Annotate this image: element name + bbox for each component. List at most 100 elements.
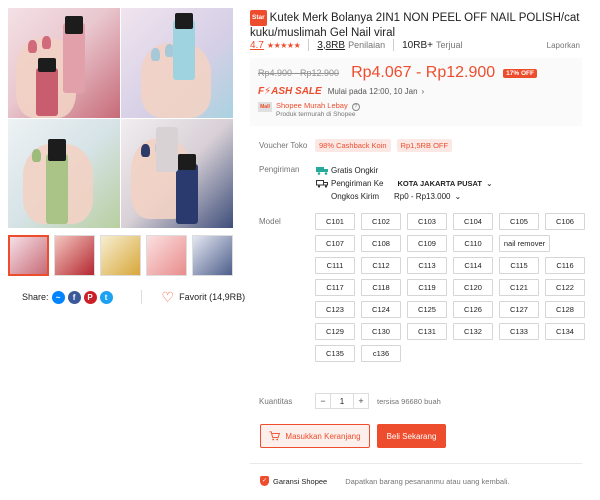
ship-cost-value[interactable]: Rp0 - Rp13.000 [394,192,450,201]
add-to-cart-label: Masukkan Keranjang [285,431,361,441]
buy-now-button[interactable]: Beli Sekarang [377,424,446,448]
model-option[interactable]: C108 [361,235,401,252]
polish-bottle [46,153,68,224]
voucher-label: Voucher Toko [259,141,308,150]
rating-count-label: Penilaian [348,40,386,50]
image-quadrant-4 [121,118,233,228]
thumbnail-3[interactable] [100,235,141,276]
rating-row: 4.7 ★★★★★ 3,8RB Penilaian 10RB+ Terjual … [250,39,580,51]
model-option[interactable]: C110 [453,235,493,252]
rating-count[interactable]: 3,8RB [317,40,345,51]
favorite-button[interactable]: ♡ Favorit (14,9RB) [162,290,246,304]
thumbnail-strip [8,235,233,276]
model-option[interactable]: C112 [361,257,401,274]
thumbnail-5[interactable] [192,235,233,276]
model-option[interactable]: C123 [315,301,355,318]
shipping-label: Pengiriman [259,165,300,174]
thumbnail-1[interactable] [8,235,49,276]
model-option[interactable]: C119 [407,279,447,296]
model-option[interactable]: C135 [315,345,355,362]
bottle-cap [65,16,83,34]
rating-value[interactable]: 4.7 [250,40,264,51]
sold-count: 10RB+ [402,39,433,51]
model-option[interactable]: C118 [361,279,401,296]
messenger-icon[interactable]: ~ [51,290,65,304]
model-option[interactable]: C101 [315,213,355,230]
quantity-input[interactable]: 1 [330,394,354,408]
model-option[interactable]: C129 [315,323,355,340]
model-option[interactable]: C122 [545,279,585,296]
model-option[interactable]: C127 [499,301,539,318]
mall-name[interactable]: Shopee Murah Lebay [276,101,348,110]
model-option[interactable]: C132 [453,323,493,340]
guarantee-row: ✓ Garansi Shopee Dapatkan barang pesanan… [260,476,510,486]
model-option[interactable]: C106 [545,213,585,230]
flash-sale-time: Mulai pada 12:00, 10 Jan [327,87,418,96]
help-icon[interactable]: ? [351,103,360,111]
cart-icon [269,431,281,441]
model-option[interactable]: C126 [453,301,493,318]
model-option[interactable]: C124 [361,301,401,318]
flash-sale-logo: F⚡ASH SALE [258,86,322,97]
report-link[interactable]: Laporkan [547,41,580,50]
nail-graphic [42,36,51,49]
ship-to-value[interactable]: KOTA JAKARTA PUSAT [397,179,481,188]
guarantee-desc: Dapatkan barang pesananmu atau uang kemb… [345,476,510,486]
mall-logo-icon: Mall [258,102,272,112]
quantity-stepper: − 1 + [315,393,369,409]
twitter-icon[interactable]: t [99,290,113,304]
chevron-down-icon[interactable]: ⌄ [455,192,462,201]
model-option[interactable]: C102 [361,213,401,230]
model-option[interactable]: C134 [545,323,585,340]
add-to-cart-button[interactable]: Masukkan Keranjang [260,424,370,448]
model-option[interactable]: C128 [545,301,585,318]
model-option[interactable]: C109 [407,235,447,252]
model-option[interactable]: C116 [545,257,585,274]
voucher-cashback[interactable]: 98% Cashback Koin [315,139,391,152]
model-option[interactable]: C121 [499,279,539,296]
model-options: C101 C102 C103 C104 C105 C106 C107 C108 C109 C110… [315,213,585,362]
model-option[interactable]: C133 [499,323,539,340]
price-section: Rp4.900 - Rp12.900 Rp4.067 - Rp12.900 17… [250,58,582,126]
thumbnail-4[interactable] [146,235,187,276]
polish-bottle [176,163,198,224]
voucher-discount[interactable]: Rp1,5RB OFF [396,139,453,152]
model-option[interactable]: C131 [407,323,447,340]
model-option[interactable]: C115 [499,257,539,274]
polish-bottle [173,20,195,80]
flash-sale-row[interactable]: F⚡ASH SALE Mulai pada 12:00, 10 Jan › [258,86,424,97]
model-label: Model [259,217,281,226]
facebook-icon[interactable]: f [67,290,81,304]
buy-now-label: Beli Sekarang [386,431,437,441]
shield-icon: ✓ [260,476,269,486]
model-option[interactable]: c136 [361,345,401,362]
chevron-down-icon[interactable]: ⌄ [486,179,493,188]
model-option[interactable]: C120 [453,279,493,296]
ship-to-label: Pengiriman Ke [331,179,384,188]
model-option[interactable]: C104 [453,213,493,230]
star-rating-icon: ★★★★★ [266,40,301,50]
guarantee-title[interactable]: Garansi Shopee [273,477,327,486]
original-price: Rp4.900 - Rp12.900 [258,68,340,78]
model-option[interactable]: C117 [315,279,355,296]
model-option[interactable]: C103 [407,213,447,230]
model-option[interactable]: C111 [315,257,355,274]
model-option[interactable]: C130 [361,323,401,340]
product-title-text: Kutek Merk Bolanya 2IN1 NON PEEL OFF NAI… [250,12,580,39]
model-option[interactable]: C107 [315,235,355,252]
increase-button[interactable]: + [354,394,368,408]
product-main-image[interactable] [8,8,233,228]
model-option[interactable]: C105 [499,213,539,230]
bottle-cap [38,58,56,72]
free-shipping-text: Gratis Ongkir [331,166,379,175]
model-option[interactable]: C113 [407,257,447,274]
model-option[interactable]: C114 [453,257,493,274]
thumbnail-2[interactable] [54,235,95,276]
model-option[interactable]: C125 [407,301,447,318]
image-quadrant-3 [8,118,120,228]
divider [140,290,142,304]
pinterest-icon[interactable]: P [83,290,97,304]
mall-row: Mall Shopee Murah Lebay? Produk termurah… [258,101,360,118]
decrease-button[interactable]: − [316,394,330,408]
model-option[interactable]: nail remover [499,235,550,252]
